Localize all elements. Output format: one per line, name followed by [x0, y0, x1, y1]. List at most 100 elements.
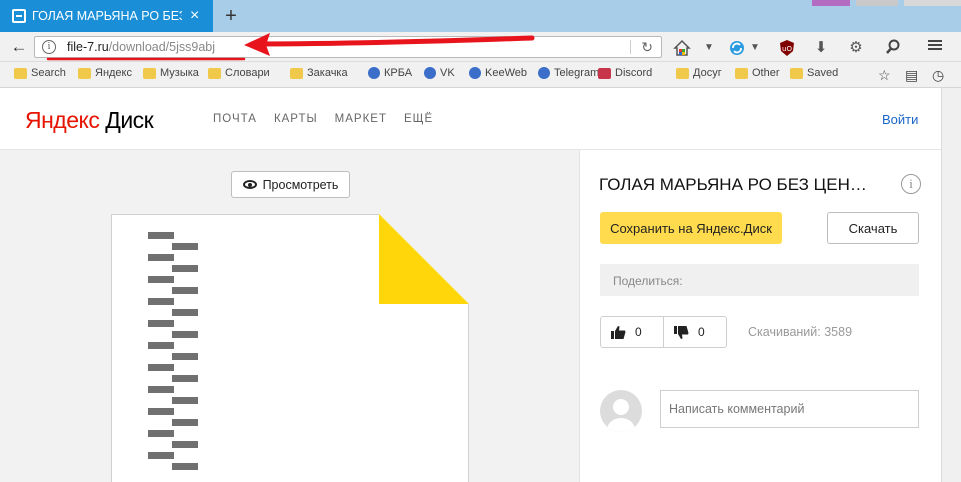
bookmark-label: Saved — [807, 67, 839, 79]
zipper-tooth — [148, 298, 174, 305]
bookmarks-list-icon[interactable]: ▤ — [905, 67, 918, 84]
nav-market[interactable]: МАРКЕТ — [335, 113, 387, 125]
bookmark-label: Словари — [225, 67, 270, 79]
service-nav: ПОЧТА КАРТЫ МАРКЕТ ЕЩЁ — [213, 113, 450, 125]
home-icon[interactable] — [673, 39, 691, 57]
url-path: /download/5jss9abj — [108, 40, 216, 54]
new-tab-button[interactable]: + — [217, 4, 245, 28]
download-button[interactable]: Скачать — [827, 212, 919, 244]
folder-icon — [676, 67, 689, 79]
yandex-disk-logo[interactable]: Яндекс Диск — [25, 107, 154, 134]
thumbs-down-icon — [674, 325, 689, 339]
window-maximize-button[interactable] — [856, 0, 898, 6]
preview-button[interactable]: Просмотреть — [231, 171, 350, 198]
bookmark-label: Discord — [615, 67, 653, 79]
window-minimize-button[interactable] — [812, 0, 850, 6]
zipper-tooth — [172, 463, 198, 470]
bookmark-label: Search — [31, 67, 66, 79]
zipper-tooth — [172, 309, 198, 316]
tab-active[interactable]: ГОЛАЯ МАРЬЯНА РО БЕЗ Ц × — [0, 0, 213, 32]
history-icon[interactable]: ◷ — [932, 67, 944, 84]
sync-dropdown-icon[interactable]: ▼ — [746, 39, 764, 57]
zipper-icon — [148, 232, 198, 474]
logo-brand: Яндекс — [25, 107, 100, 133]
info-icon[interactable]: i — [901, 174, 921, 194]
bookmark-label: Other — [752, 67, 780, 79]
url-bar[interactable]: i file-7.ru/download/5jss9abj ↻ — [34, 36, 662, 58]
reload-icon[interactable]: ↻ — [641, 39, 653, 56]
bookmark-item[interactable]: KeeWeb — [469, 67, 527, 79]
bookmark-item[interactable]: Музыка — [143, 67, 199, 79]
folder-icon — [290, 67, 303, 79]
dislike-button[interactable]: 0 — [663, 316, 727, 348]
zipper-tooth — [172, 441, 198, 448]
bookmark-item[interactable]: Search — [14, 67, 66, 79]
bookmark-item[interactable]: Other — [735, 67, 780, 79]
gear-icon[interactable]: ⚙ — [847, 39, 865, 57]
screen: ГОЛАЯ МАРЬЯНА РО БЕЗ Ц × + ← i file-7.ru… — [0, 0, 961, 482]
dropdown-icon[interactable]: ▼ — [700, 39, 718, 57]
url-host: file-7.ru — [67, 40, 109, 54]
search-icon[interactable] — [884, 39, 902, 57]
bookmark-label: КРБА — [384, 67, 413, 79]
bookmark-item[interactable]: Telegram — [538, 67, 599, 79]
zipper-tooth — [172, 419, 198, 426]
file-title: ГОЛАЯ МАРЬЯНА РО БЕЗ ЦЕН… — [599, 175, 867, 194]
discord-icon — [598, 67, 611, 79]
bookmark-item[interactable]: VK — [424, 67, 455, 79]
user-avatar-icon — [600, 390, 642, 432]
folder-icon — [14, 67, 27, 79]
bookmark-item[interactable]: КРБА — [368, 67, 412, 79]
bookmark-label: Закачка — [307, 67, 348, 79]
comment-input[interactable] — [660, 390, 919, 428]
bookmark-item[interactable]: Discord — [598, 67, 652, 79]
zipper-tooth — [172, 287, 198, 294]
nav-maps[interactable]: КАРТЫ — [274, 113, 318, 125]
login-link[interactable]: Войти — [882, 112, 918, 127]
folder-icon — [790, 67, 803, 79]
site-info-icon[interactable]: i — [42, 40, 56, 54]
nav-more[interactable]: ЕЩЁ — [404, 113, 433, 125]
bookmark-item[interactable]: Яндекс — [78, 67, 132, 79]
bookmark-item[interactable]: Saved — [790, 67, 838, 79]
star-icon[interactable]: ☆ — [878, 67, 891, 84]
document-favicon-icon — [12, 9, 26, 23]
share-section: Поделиться: — [600, 264, 919, 296]
window-close-button[interactable] — [904, 0, 961, 6]
web-page: Яндекс Диск ПОЧТА КАРТЫ МАРКЕТ ЕЩЁ Войти… — [0, 88, 961, 482]
zipper-tooth — [172, 375, 198, 382]
save-to-disk-button[interactable]: Сохранить на Яндекс.Диск — [600, 212, 782, 244]
globe-icon — [538, 67, 550, 79]
folder-icon — [735, 67, 748, 79]
zipper-tooth — [148, 276, 174, 283]
bookmark-item[interactable]: Закачка — [290, 67, 348, 79]
close-tab-icon[interactable]: × — [190, 7, 199, 25]
back-arrow-icon[interactable]: ← — [8, 36, 30, 58]
zipper-tooth — [148, 254, 174, 261]
bookmark-label: KeeWeb — [485, 67, 527, 79]
globe-icon — [469, 67, 481, 79]
download-icon[interactable]: ⬇ — [812, 39, 830, 57]
page-scrollbar[interactable] — [941, 88, 961, 482]
bookmark-item[interactable]: Досуг — [676, 67, 722, 79]
zipper-tooth — [148, 342, 174, 349]
nav-mail[interactable]: ПОЧТА — [213, 113, 257, 125]
file-preview-pane: Просмотреть — [0, 150, 580, 482]
bookmark-item[interactable]: Словари — [208, 67, 270, 79]
zipper-tooth — [148, 364, 174, 371]
zipper-tooth — [172, 265, 198, 272]
sync-icon[interactable] — [728, 39, 746, 57]
url-text[interactable]: file-7.ru/download/5jss9abj — [67, 40, 215, 54]
bookmark-label: Музыка — [160, 67, 199, 79]
thumbs-up-icon — [611, 325, 626, 339]
ublock-icon[interactable]: uO — [778, 39, 796, 57]
zipper-tooth — [148, 452, 174, 459]
zipper-tooth — [172, 243, 198, 250]
folder-icon — [78, 67, 91, 79]
menu-icon[interactable] — [926, 38, 944, 56]
eye-icon — [242, 180, 257, 189]
zipper-tooth — [148, 232, 174, 239]
zipper-tooth — [148, 430, 174, 437]
like-button[interactable]: 0 — [600, 316, 664, 348]
site-header: Яндекс Диск ПОЧТА КАРТЫ МАРКЕТ ЕЩЁ Войти — [0, 88, 941, 150]
